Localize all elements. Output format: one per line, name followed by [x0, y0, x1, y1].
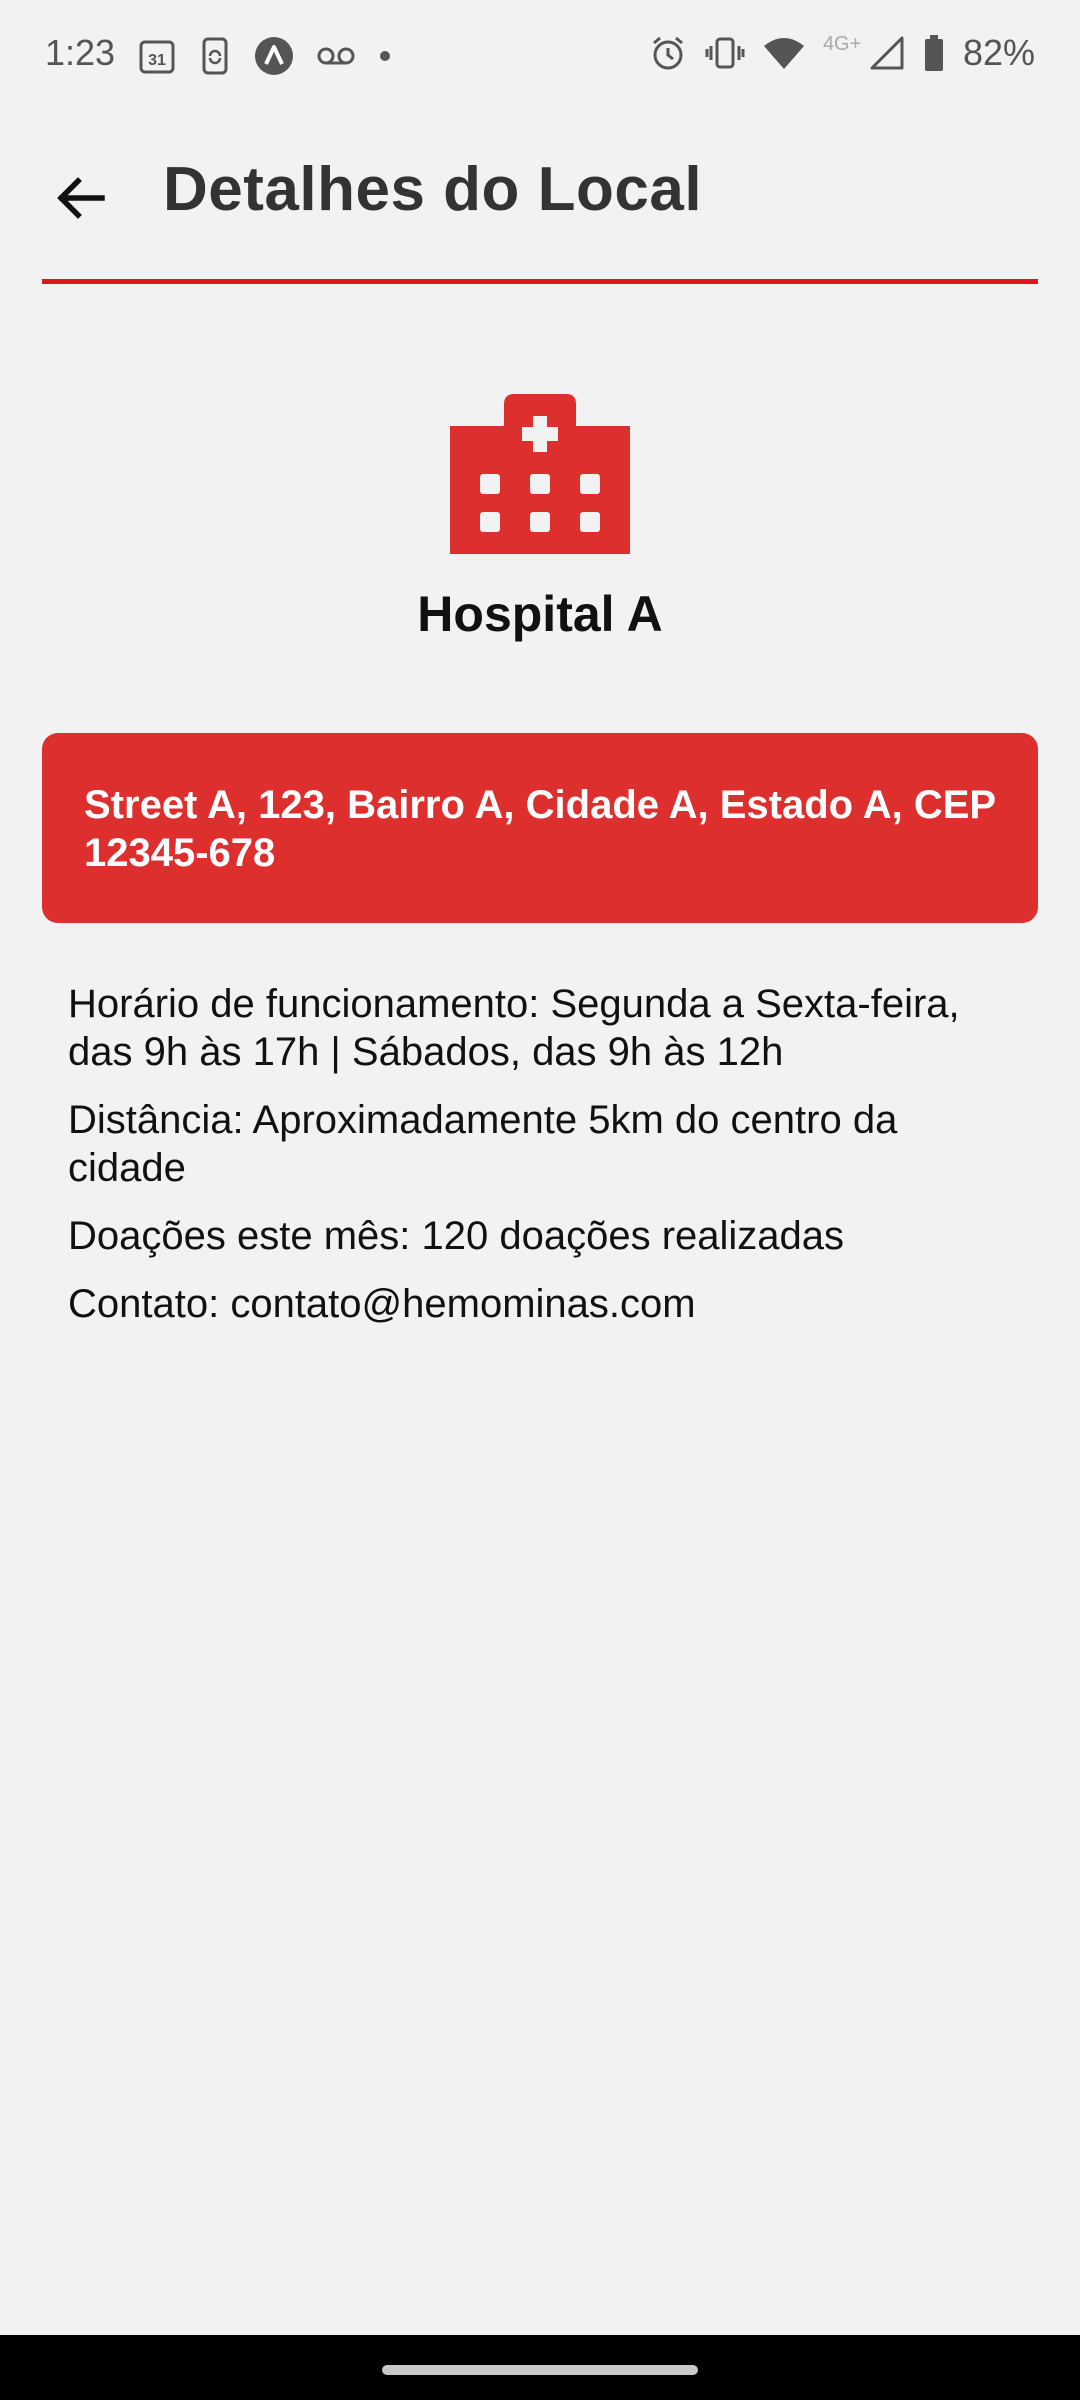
hospital-name: Hospital A	[417, 586, 663, 642]
donations-this-month: Doações este mês: 120 doações realizadas	[68, 1214, 845, 1258]
status-right-icons: 4G+ 82%	[649, 32, 1035, 74]
battery-icon	[923, 34, 945, 72]
status-bar: 1:23 31 4G+ 82%	[0, 0, 1080, 118]
wifi-icon	[763, 36, 805, 70]
calendar-day: 31	[148, 52, 166, 69]
app-badge-icon	[254, 36, 294, 76]
alarm-icon	[649, 34, 687, 72]
phone-sync-icon	[198, 36, 232, 76]
battery-percent: 82%	[962, 32, 1035, 73]
home-indicator[interactable]	[382, 2365, 698, 2375]
back-button[interactable]	[40, 158, 120, 238]
network-type: 4G+	[823, 33, 869, 73]
info-list: Horário de funcionamento: Segunda a Sext…	[68, 980, 1018, 1348]
address-card[interactable]: Street A, 123, Bairro A, Cidade A, Estad…	[42, 733, 1038, 923]
app-bar: Detalhes do Local	[0, 118, 1080, 278]
opening-hours: Horário de funcionamento: Segunda a Sext…	[68, 982, 960, 1074]
contact-email[interactable]: Contato: contato@hemominas.com	[68, 1280, 1018, 1328]
status-time: 1:23	[45, 32, 116, 73]
vibrate-icon	[705, 36, 745, 70]
network-label: 4G+	[822, 33, 862, 55]
voicemail-icon	[316, 44, 356, 68]
arrow-left-icon	[57, 177, 105, 219]
calendar-icon: 31	[138, 37, 176, 75]
address-text: Street A, 123, Bairro A, Cidade A, Estad…	[84, 783, 996, 875]
status-left-icons: 31	[138, 36, 392, 76]
page-title: Detalhes do Local	[163, 155, 703, 224]
screen: 1:23 31 4G+ 82% Detalhes do Local Hospit…	[0, 0, 1080, 2400]
signal-icon	[869, 36, 905, 70]
hospital-icon	[450, 394, 630, 554]
distance: Distância: Aproximadamente 5km do centro…	[68, 1098, 898, 1190]
dot-icon	[378, 49, 392, 63]
title-divider	[42, 279, 1038, 284]
